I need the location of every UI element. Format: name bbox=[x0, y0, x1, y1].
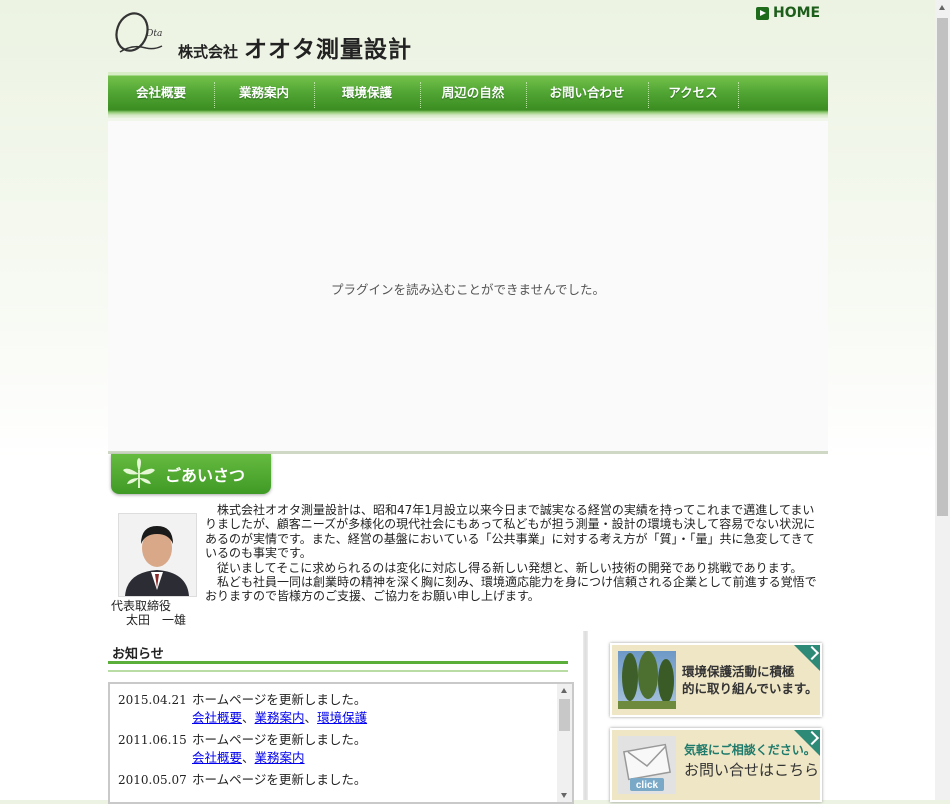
president-caption: 代表取締役 太田 一雄 bbox=[111, 599, 201, 627]
news-item: 2015.04.21 ホームページを更新しました。 会社概要、業務案内、環境保護 bbox=[118, 691, 572, 731]
news-list[interactable]: 2015.04.21 ホームページを更新しました。 会社概要、業務案内、環境保護… bbox=[108, 682, 574, 804]
greeting-paragraph: 従いましてそこに求められるのは変化に対応し得る新しい発想と、新しい技術の開発であ… bbox=[217, 560, 803, 575]
greeting-paragraph: 株式会社オオタ測量設計は、昭和47年1月設立以来今日まで誠実なる経営の実績を持っ… bbox=[205, 503, 816, 561]
plugin-area: プラグインを読み込むことができませんでした。 bbox=[108, 121, 828, 451]
news-text: ホームページを更新しました。 bbox=[192, 772, 367, 787]
news-link-services[interactable]: 業務案内 bbox=[255, 710, 305, 725]
news-text: ホームページを更新しました。 bbox=[192, 732, 367, 747]
nav-item-nature[interactable]: 周辺の自然 bbox=[420, 76, 526, 110]
scroll-up-arrow-icon[interactable] bbox=[561, 688, 567, 693]
plugin-error-message: プラグインを読み込むことができませんでした。 bbox=[330, 282, 605, 297]
person-silhouette-icon bbox=[119, 514, 196, 596]
nav-item-contact[interactable]: お問い合わせ bbox=[526, 76, 648, 110]
logo-script: Ota bbox=[146, 29, 162, 39]
news-links: 会社概要、業務案内 bbox=[192, 749, 366, 767]
banner-line: 的に取り組んでいます。 bbox=[682, 681, 818, 696]
company-name-main: オオタ測量設計 bbox=[244, 37, 413, 63]
news-item: 2011.06.15 ホームページを更新しました。 会社概要、業務案内 bbox=[118, 731, 572, 771]
column-divider bbox=[583, 631, 588, 800]
nav-item-services[interactable]: 業務案内 bbox=[214, 76, 314, 110]
company-name: 株式会社 オオタ測量設計 bbox=[178, 30, 412, 64]
news-links: 会社概要、業務案内、環境保護 bbox=[192, 709, 367, 727]
president-role: 代表取締役 bbox=[111, 599, 172, 613]
news-title: お知らせ bbox=[112, 647, 164, 662]
logo-mark-icon: Ota bbox=[115, 12, 162, 53]
greeting-body: 株式会社オオタ測量設計は、昭和47年1月設立以来今日まで誠実なる経営の実績を持っ… bbox=[205, 503, 825, 604]
trees-icon bbox=[618, 651, 676, 709]
news-link-services[interactable]: 業務案内 bbox=[255, 750, 305, 765]
main-nav: 会社概要 業務案内 環境保護 周辺の自然 お問い合わせ アクセス bbox=[108, 72, 828, 118]
news-date: 2015.04.21 bbox=[118, 693, 187, 707]
contact-banner-title: お問い合せはこちら bbox=[684, 761, 820, 779]
greeting-title-text: ごあいさつ bbox=[165, 466, 246, 485]
scroll-up-arrow-icon[interactable] bbox=[939, 5, 945, 10]
news-text: ホームページを更新しました。 bbox=[192, 692, 367, 707]
news-content: ホームページを更新しました。 会社概要、業務案内 bbox=[192, 731, 366, 767]
link-separator: 、 bbox=[304, 710, 318, 725]
nav-item-environment[interactable]: 環境保護 bbox=[314, 76, 420, 110]
news-title-rule bbox=[108, 661, 568, 672]
greeting-section-title: ごあいさつ bbox=[111, 454, 271, 494]
president-name: 太田 一雄 bbox=[126, 613, 187, 627]
home-label: HOME bbox=[773, 5, 821, 21]
news-date: 2011.06.15 bbox=[118, 733, 187, 747]
play-arrow-icon bbox=[756, 6, 769, 20]
page-scrollbar[interactable] bbox=[935, 0, 950, 800]
news-date: 2010.05.07 bbox=[118, 773, 187, 787]
nav-item-company[interactable]: 会社概要 bbox=[108, 76, 214, 110]
scroll-down-arrow-icon[interactable] bbox=[561, 793, 567, 798]
nav-item-access[interactable]: アクセス bbox=[648, 76, 738, 110]
news-link-environment[interactable]: 環境保護 bbox=[317, 710, 367, 725]
link-separator: 、 bbox=[242, 750, 255, 765]
poplar-trees-image bbox=[618, 651, 676, 709]
contact-banner[interactable]: click 気軽にご相談ください。 お問い合せはこちら bbox=[610, 728, 822, 802]
envelope-icon: click bbox=[618, 736, 676, 794]
corner-tab bbox=[794, 645, 820, 671]
home-link[interactable]: HOME bbox=[756, 5, 820, 21]
news-link-company[interactable]: 会社概要 bbox=[192, 710, 242, 725]
nav-separator bbox=[738, 82, 739, 108]
mail-click-image: click bbox=[618, 736, 676, 794]
president-photo bbox=[118, 513, 197, 597]
scroll-thumb[interactable] bbox=[559, 699, 570, 731]
company-prefix: 株式会社 bbox=[178, 43, 239, 61]
news-content: ホームページを更新しました。 会社概要、業務案内、環境保護 bbox=[192, 691, 367, 727]
page-container: Ota 株式会社 オオタ測量設計 HOME 会社概要 業務案内 環境保護 周辺の自… bbox=[108, 0, 828, 804]
news-item: 2010.05.07 ホームページを更新しました。 bbox=[118, 771, 572, 802]
click-label: click bbox=[636, 780, 659, 791]
greeting-paragraph: 私ども社員一同は創業時の精神を深く胸に刻み、環境適応能力を身につけ信頼される企業… bbox=[205, 575, 817, 604]
news-link-company[interactable]: 会社概要 bbox=[192, 750, 242, 765]
news-content: ホームページを更新しました。 bbox=[192, 771, 366, 789]
environment-banner[interactable]: 環境保護活動に積極 的に取り組んでいます。 bbox=[610, 643, 822, 717]
company-logo[interactable]: Ota 株式会社 オオタ測量設計 bbox=[108, 8, 428, 63]
page-scroll-thumb[interactable] bbox=[937, 18, 948, 516]
news-scrollbar[interactable] bbox=[557, 684, 572, 802]
link-separator: 、 bbox=[242, 710, 255, 725]
leaf-icon bbox=[123, 458, 155, 488]
corner-tab bbox=[794, 730, 820, 756]
